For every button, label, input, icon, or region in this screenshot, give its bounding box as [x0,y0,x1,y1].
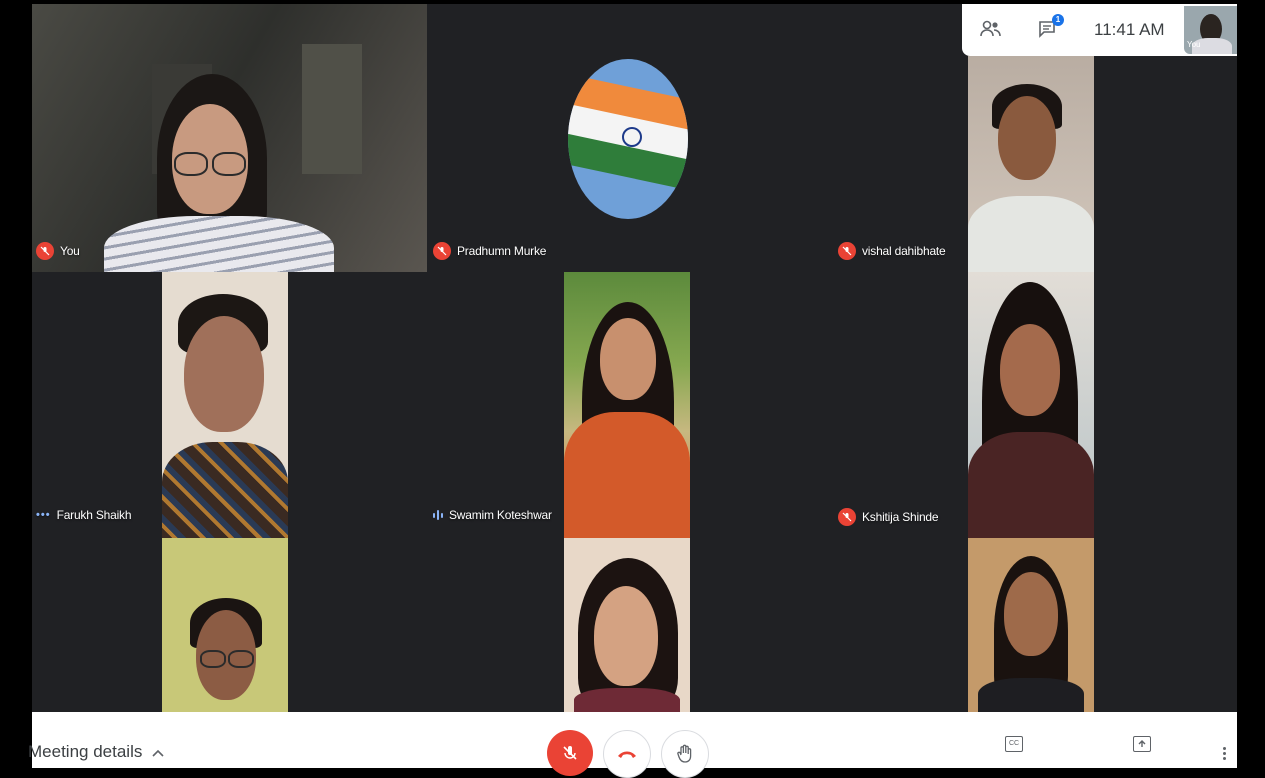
participant-name: vishal dahibhate [862,244,946,258]
flag-avatar [568,59,688,219]
participant-video [564,538,690,712]
activity-dots-icon: ••• [36,509,51,521]
video-grid: You Pradhumn Murke vishal dahibhate ••• … [32,4,1237,712]
participant-tile-farukh[interactable]: ••• Farukh Shaikh [32,272,427,538]
people-icon[interactable] [980,20,1002,43]
mic-off-icon [838,242,856,260]
participant-name: Pradhumn Murke [457,244,547,258]
participant-name: Swamim Koteshwar [449,508,552,522]
mic-toggle-button[interactable] [547,730,593,776]
more-options-icon[interactable] [1223,747,1226,760]
self-view-thumbnail[interactable]: You [1184,6,1237,54]
hangup-button[interactable] [603,730,651,778]
participant-label: vishal dahibhate [838,242,946,260]
participant-tile-kshitija[interactable]: Kshitija Shinde [832,272,1237,538]
hangup-icon [618,751,636,758]
meeting-details-label: Meeting details [28,742,143,761]
participant-label: Pradhumn Murke [433,242,546,260]
chevron-up-icon [152,742,164,762]
participant-label: Kshitija Shinde [838,508,939,526]
mic-off-icon [36,242,54,260]
participant-tile[interactable] [427,538,832,712]
present-now-icon[interactable] [1133,736,1151,752]
chat-badge: 1 [1052,14,1064,26]
participant-label: Swamim Koteshwar [433,508,552,522]
participant-video [32,4,427,272]
hand-icon [677,744,692,763]
participant-tile-swamim[interactable]: Swamim Koteshwar [427,272,832,538]
participant-name: Kshitija Shinde [862,510,939,524]
self-view-label: You [1187,40,1201,49]
participant-tile-you[interactable]: You [32,4,427,272]
mic-off-icon [563,746,577,760]
participant-label: ••• Farukh Shaikh [36,508,132,522]
clock: 11:41 AM [1094,20,1165,39]
participant-video [968,272,1094,538]
participant-tile[interactable] [32,538,427,712]
participant-name: You [60,244,80,258]
speaking-indicator-icon [433,510,443,520]
participant-name: Farukh Shaikh [56,508,132,522]
participant-tile[interactable] [832,538,1237,712]
participant-video [162,538,288,712]
participant-video [162,272,288,538]
bottom-control-bar: Meeting details CC [28,712,1237,778]
captions-icon[interactable]: CC [1005,736,1023,752]
participant-video [564,272,690,538]
mic-off-icon [838,508,856,526]
camera-toggle-button[interactable] [661,730,709,778]
mic-off-icon [433,242,451,260]
top-info-panel: 1 11:41 AM You [962,4,1237,56]
participant-video [968,56,1094,272]
participant-video [968,538,1094,712]
participant-label: You [36,242,80,260]
meeting-details-button[interactable]: Meeting details [28,742,164,762]
